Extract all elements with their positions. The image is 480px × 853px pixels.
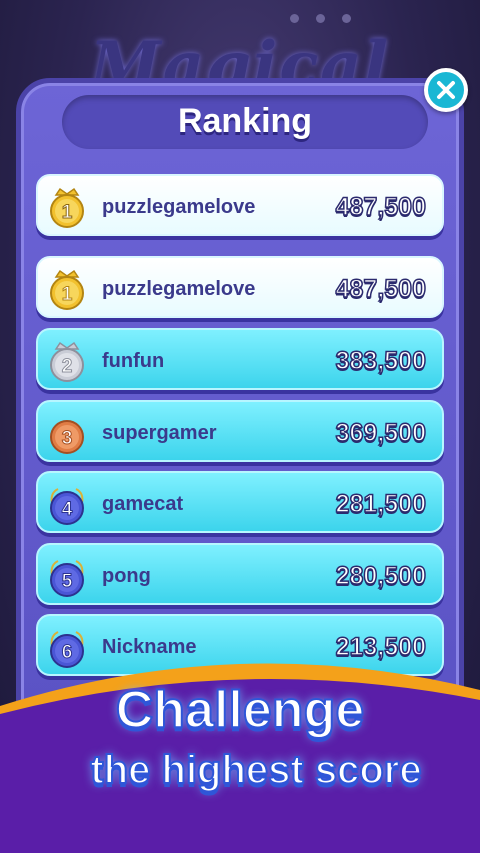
banner-headline: Challenge (115, 680, 366, 740)
leaderboard-row[interactable]: 3 supergamer 369,500 (36, 400, 444, 462)
player-name: puzzlegamelove (102, 278, 256, 300)
banner-subheadline: the highest score (89, 747, 422, 793)
rank-number: 4 (62, 499, 73, 520)
leaderboard-row[interactable]: 2 funfun 383,500 (36, 328, 444, 390)
leaderboard-row[interactable]: 4 gamecat 281,500 (36, 471, 444, 533)
rank-number: 2 (62, 356, 73, 377)
decor-dot (342, 14, 351, 23)
gold-crown-medal-icon: 1 (50, 187, 84, 228)
player-name: supergamer (102, 422, 217, 444)
close-button[interactable] (424, 68, 468, 112)
blue-laurel-medal-icon: 4 (50, 488, 84, 525)
blue-laurel-medal-icon: 5 (50, 560, 84, 597)
player-score: 369,500 (335, 418, 427, 448)
rank-number: 5 (62, 571, 73, 592)
silver-crown-medal-icon: 2 (50, 341, 84, 382)
my-rank-score: 487,500 (335, 192, 427, 222)
leaderboard-row[interactable]: 1 puzzlegamelove 487,500 (36, 256, 444, 318)
my-rank-row[interactable]: 1 puzzlegamelove 487,500 (36, 174, 444, 236)
rank-number: 3 (62, 428, 73, 449)
player-score: 281,500 (335, 489, 427, 519)
decor-dot (290, 14, 299, 23)
player-name: funfun (102, 350, 165, 372)
player-name: pong (102, 565, 151, 587)
my-rank-number: 1 (62, 202, 73, 223)
bronze-medal-icon: 3 (50, 420, 84, 454)
gold-crown-medal-icon: 1 (50, 269, 84, 310)
rank-number: 1 (62, 284, 73, 305)
player-score: 383,500 (335, 346, 427, 376)
my-rank-name: puzzlegamelove (102, 196, 256, 218)
decor-dot (316, 14, 325, 23)
player-score: 487,500 (335, 274, 427, 304)
player-name: gamecat (102, 493, 184, 515)
ranking-title: Ranking (177, 102, 313, 140)
close-icon (437, 81, 455, 99)
player-score: 280,500 (335, 561, 427, 591)
leaderboard-row[interactable]: 5 pong 280,500 (36, 543, 444, 605)
